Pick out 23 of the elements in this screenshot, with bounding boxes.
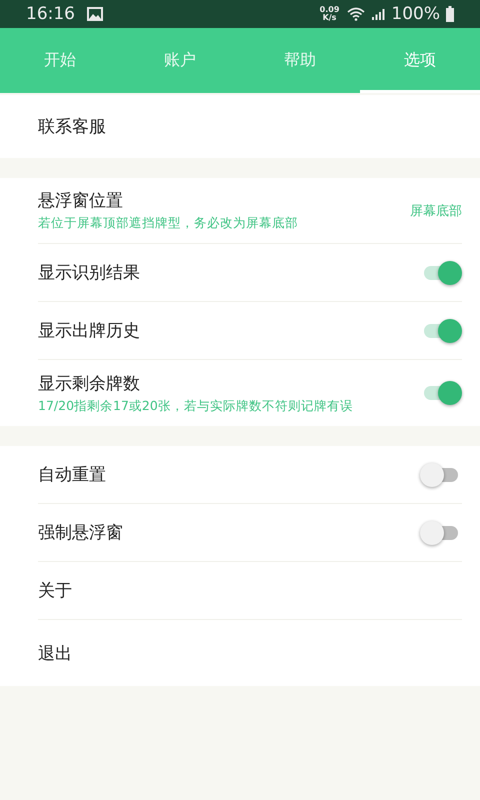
setting-label: 自动重置 (38, 464, 106, 486)
setting-label: 悬浮窗位置 (38, 190, 123, 212)
setting-label: 强制悬浮窗 (38, 522, 123, 544)
setting-label: 显示剩余牌数 (38, 372, 140, 394)
battery-level: 100% (391, 4, 440, 24)
wifi-icon (347, 7, 366, 21)
tab[interactable]: 账户 (120, 28, 240, 93)
image-icon (87, 7, 103, 21)
setting-label[interactable]: 退出 (38, 642, 72, 664)
setting-value[interactable]: 屏幕底部 (410, 202, 462, 220)
signal-icon (371, 8, 386, 20)
setting-label: 显示识别结果 (38, 262, 140, 284)
speed-value: 0.09 (320, 6, 340, 14)
setting-hint: 若位于屏幕顶部遮挡牌型，务必改为屏幕底部 (38, 215, 298, 232)
speed-unit: K/s (322, 14, 336, 22)
status-time: 16:16 (26, 4, 75, 24)
battery-icon (446, 6, 454, 22)
setting-hint: 17/20指剩余17或20张，若与实际牌数不符则记牌有误 (38, 398, 353, 414)
tab[interactable]: 帮助 (240, 28, 360, 93)
setting-label[interactable]: 联系客服 (38, 115, 106, 138)
tab[interactable]: 开始 (0, 28, 120, 93)
setting-label[interactable]: 关于 (38, 579, 72, 602)
setting-label: 显示出牌历史 (38, 320, 140, 342)
